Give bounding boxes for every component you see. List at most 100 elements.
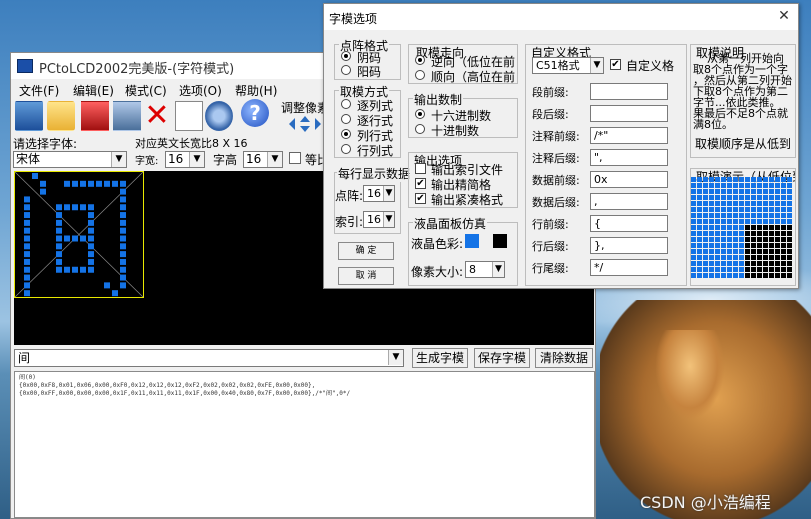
char-input[interactable]: 间 ▼ <box>14 349 404 367</box>
menu-options[interactable]: 选项(O) <box>179 82 222 99</box>
glyph-pixel <box>24 243 30 250</box>
save-font-button[interactable]: 保存字模 <box>474 348 530 368</box>
demo-cell <box>763 273 768 278</box>
menu-edit[interactable]: 编辑(E) <box>73 82 114 99</box>
cancel-button[interactable]: 取 消 <box>338 267 394 285</box>
demo-cell <box>733 231 738 236</box>
output-simple-checkbox[interactable]: ✔ <box>415 178 426 189</box>
output-compact-checkbox[interactable]: ✔ <box>415 193 426 204</box>
open-folder-icon[interactable] <box>47 101 75 131</box>
demo-cell <box>727 261 732 266</box>
hex-radio[interactable] <box>415 109 425 119</box>
glyph-pixel <box>56 235 62 242</box>
pixel-size-select[interactable]: 8 ▼ <box>465 261 505 278</box>
font-select[interactable]: 宋体 ▼ <box>13 151 127 168</box>
screen-icon[interactable] <box>113 101 141 131</box>
index-select[interactable]: 16 ▼ <box>363 211 395 228</box>
output-textarea[interactable]: 间(0) {0x00,0xF8,0x01,0x06,0x00,0xF0,0x12,… <box>14 371 595 518</box>
glyph-pixel <box>120 266 126 273</box>
height-select[interactable]: 16 ▼ <box>243 151 283 168</box>
demo-cell <box>787 177 792 182</box>
demo-cell <box>721 177 726 182</box>
demo-cell <box>721 243 726 248</box>
demo-cell <box>751 219 756 224</box>
output-line: 间(0) <box>19 374 36 381</box>
demo-cell <box>697 231 702 236</box>
gear-icon[interactable] <box>205 101 233 131</box>
custom-row-input[interactable]: }, <box>590 237 668 254</box>
demo-cell <box>775 267 780 272</box>
custom-row-input[interactable]: { <box>590 215 668 232</box>
glyph-pixel <box>120 180 126 187</box>
glyph-pixel <box>56 204 62 211</box>
document-icon[interactable] <box>175 101 203 131</box>
demo-cell <box>751 195 756 200</box>
glyph-preview[interactable] <box>14 171 144 298</box>
dots-select[interactable]: 16 ▼ <box>363 185 395 202</box>
demo-cell <box>721 219 726 224</box>
demo-cell <box>709 237 714 242</box>
demo-cell <box>733 243 738 248</box>
custom-row-input[interactable]: */ <box>590 259 668 276</box>
custom-row-input[interactable]: ", <box>590 149 668 166</box>
direction-reverse-radio[interactable] <box>415 55 425 65</box>
ok-button[interactable]: 确 定 <box>338 242 394 260</box>
description-order: 取模顺序是从低到 <box>695 137 792 151</box>
direction-forward-label: 顺向（高位在前 <box>431 70 516 84</box>
width-select[interactable]: 16 ▼ <box>165 151 205 168</box>
custom-row-input[interactable]: /*" <box>590 127 668 144</box>
demo-cell <box>757 231 762 236</box>
mode-colrow-radio[interactable] <box>341 129 351 139</box>
dec-label: 十进制数 <box>431 124 480 138</box>
custom-row-input[interactable] <box>590 83 668 100</box>
mode-row-radio[interactable] <box>341 114 351 124</box>
custom-row-input[interactable]: , <box>590 193 668 210</box>
save-disk-icon[interactable] <box>81 101 109 131</box>
demo-cell <box>751 213 756 218</box>
new-icon[interactable] <box>15 101 43 131</box>
help-icon[interactable]: ? <box>241 99 269 127</box>
matrix-yin-radio[interactable] <box>341 51 351 61</box>
menu-help[interactable]: 帮助(H) <box>235 82 277 99</box>
ratio-checkbox[interactable] <box>289 152 301 164</box>
demo-cell <box>709 243 714 248</box>
menu-mode[interactable]: 模式(C) <box>125 82 167 99</box>
dialog-titlebar[interactable]: 字模选项 ✕ <box>324 4 798 30</box>
demo-cell <box>703 195 708 200</box>
demo-cell <box>691 183 696 188</box>
demo-cell <box>775 249 780 254</box>
dec-radio[interactable] <box>415 124 425 134</box>
demo-cell <box>721 195 726 200</box>
demo-cell <box>781 177 786 182</box>
mode-col-radio[interactable] <box>341 99 351 109</box>
demo-cell <box>739 261 744 266</box>
generate-button[interactable]: 生成字模 <box>412 348 468 368</box>
pixel-arrows-icon[interactable] <box>287 115 323 133</box>
demo-cell <box>727 273 732 278</box>
direction-forward-radio[interactable] <box>415 70 425 80</box>
output-index-checkbox[interactable] <box>415 163 426 174</box>
demo-cell <box>769 207 774 212</box>
custom-row-input[interactable] <box>590 105 668 122</box>
demo-cell <box>763 183 768 188</box>
custom-format-label: 自定义格 <box>626 59 675 73</box>
demo-cell <box>691 189 696 194</box>
glyph-pixel <box>120 188 126 195</box>
matrix-yang-label: 阳码 <box>357 65 382 79</box>
delete-icon[interactable]: ✕ <box>143 101 171 131</box>
clear-data-button[interactable]: 清除数据 <box>535 348 593 368</box>
glyph-pixel <box>88 219 94 226</box>
matrix-yang-radio[interactable] <box>341 65 351 75</box>
lcd-color-black[interactable] <box>493 234 507 248</box>
mode-rowcol-radio[interactable] <box>341 144 351 154</box>
demo-cell <box>733 195 738 200</box>
custom-format-checkbox[interactable]: ✔ <box>610 59 621 70</box>
close-icon[interactable]: ✕ <box>774 6 794 26</box>
format-select[interactable]: C51格式 ▼ <box>532 57 604 74</box>
menu-file[interactable]: 文件(F) <box>19 82 59 99</box>
demo-cell <box>757 249 762 254</box>
custom-row-input[interactable]: 0x <box>590 171 668 188</box>
demo-cell <box>763 195 768 200</box>
demo-cell <box>739 219 744 224</box>
lcd-color-blue[interactable] <box>465 234 479 248</box>
